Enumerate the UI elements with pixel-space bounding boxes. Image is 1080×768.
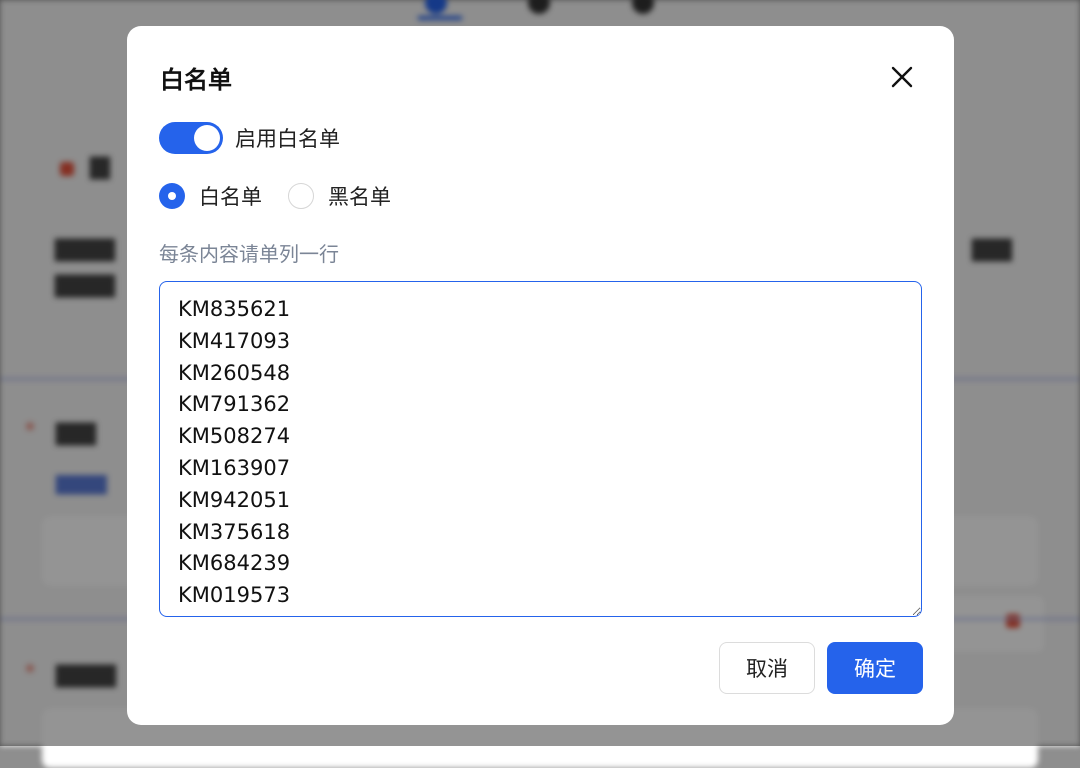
radio-label-blacklist: 黑名单 — [328, 185, 391, 209]
radio-option-whitelist[interactable]: 白名单 — [159, 181, 262, 211]
toggle-knob — [194, 125, 220, 151]
enable-whitelist-row: 启用白名单 — [159, 122, 340, 154]
enable-whitelist-label: 启用白名单 — [235, 127, 340, 151]
list-type-radio-group: 白名单 黑名单 — [159, 181, 417, 211]
cancel-button[interactable]: 取消 — [719, 642, 815, 694]
radio-option-blacklist[interactable]: 黑名单 — [288, 181, 391, 211]
radio-unchecked-icon[interactable] — [288, 183, 314, 209]
confirm-button[interactable]: 确定 — [827, 642, 923, 694]
close-icon — [891, 66, 913, 88]
entries-hint: 每条内容请单列一行 — [159, 242, 339, 266]
dialog-title: 白名单 — [160, 66, 232, 94]
whitelist-dialog: 白名单 启用白名单 白名单 黑名单 每条内容请单列一行 KM835621 KM4… — [127, 26, 954, 725]
radio-label-whitelist: 白名单 — [199, 185, 262, 209]
entries-textarea[interactable]: KM835621 KM417093 KM260548 KM791362 KM50… — [159, 281, 922, 617]
close-button[interactable] — [887, 62, 917, 92]
radio-checked-icon[interactable] — [159, 183, 185, 209]
enable-whitelist-toggle[interactable] — [159, 122, 223, 154]
